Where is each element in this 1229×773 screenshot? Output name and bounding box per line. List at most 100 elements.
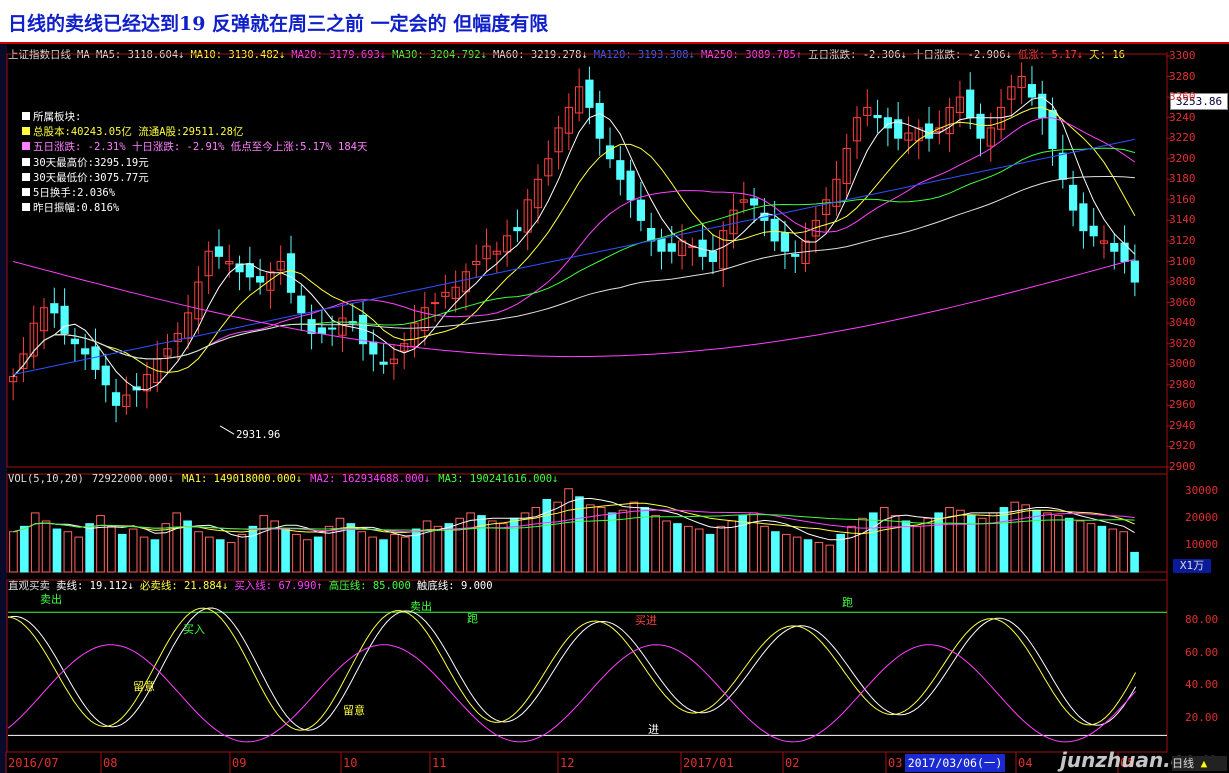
candle-body [966,89,975,119]
volume-bar [1064,517,1074,573]
price-tick-label: 2940 [1169,418,1196,432]
volume-bar [803,539,813,573]
signal-label: 卖出 [410,599,432,613]
candle-body [749,198,759,206]
candle-body [1079,203,1088,232]
info-row: 30天最低价:3075.77元 [22,171,368,186]
price-tick-label: 3020 [1169,336,1196,350]
bullet-square-icon [22,127,30,136]
volume-bar [63,531,73,573]
price-tick-label: 3220 [1169,131,1196,145]
price-tick-label: 3160 [1169,192,1196,206]
candle-body [708,250,718,262]
volume-bar [781,533,791,573]
indicator-header-item: 高压线: 85.000 [328,580,411,592]
volume-bar [629,501,639,573]
volume-bar [1130,551,1139,573]
candle-body [667,243,676,252]
volume-bar [1119,531,1128,573]
volume-bar [488,520,497,573]
candle-body [1089,225,1098,237]
info-text: 5日换手:2.036% [33,187,116,200]
volume-bar [172,512,182,573]
volume-bar [890,515,900,573]
indicator-header-item: 直观买卖 [8,580,50,592]
vol-header-item: VOL(5,10,20) [8,473,84,485]
price-tick-label: 3000 [1169,357,1196,371]
indicator-header-item: 触底线: 9.000 [416,580,493,592]
volume-bar [683,525,693,573]
volume-bar [1075,520,1085,573]
bullet-square-icon [22,203,30,212]
signal-label: 跑 [467,611,478,625]
date-axis: 2016/07 08 09 10 11 12 2017/01 02 03 04 05 [0,754,1229,773]
indicator-header-item: 必卖线: 21.884↓ [139,580,229,592]
info-text: 五日涨跌: -2.31% 十日涨跌: -2.91% 低点至今上涨:5.17% 1… [33,141,368,154]
bullet-square-icon [22,157,30,166]
info-text: 总股本:40243.05亿 流通A股:29511.28亿 [33,126,244,139]
candle-body [256,276,265,283]
volume-bar [248,525,258,573]
signal-label: 卖出 [40,592,62,606]
low-price-label: 2931.96 [236,429,280,441]
signal-label: 留意 [133,679,155,693]
volume-ma-line [13,509,1135,533]
volume-bar [596,507,606,573]
volume-bar [879,507,889,573]
candle-body [585,79,594,108]
month-label: 09 [232,756,247,770]
volume-bar [292,533,301,573]
vol-header-item: MA3: 190241616.000↓ [438,473,559,485]
volume-bar [259,515,269,573]
candle-body [70,338,79,345]
volume-bar [96,515,105,573]
volume-bar [52,528,62,573]
volume-bar [400,536,410,573]
volume-bar [205,536,214,573]
volume-bar [74,536,84,573]
volume-bar [161,523,171,573]
period-button[interactable]: 日线 ▲ [1172,756,1227,771]
volume-bar [303,539,312,573]
candle-body [1027,84,1037,98]
volume-bar [85,523,94,573]
price-tick-label: 3260 [1169,90,1196,104]
month-label: 2017/01 [683,756,734,770]
price-tick-label: 3180 [1169,172,1196,186]
info-row: 五日涨跌: -2.31% 十日涨跌: -2.91% 低点至今上涨:5.17% 1… [22,140,368,155]
volume-bar [226,541,236,573]
price-tick-label: 3200 [1169,151,1196,165]
indicator-tick-label: 20.00 [1185,710,1219,724]
price-tick-label: 3060 [1169,295,1196,309]
price-tick-label: 3080 [1169,275,1196,289]
month-label: 12 [560,756,575,770]
volume-bar [694,528,704,573]
volume-tick-label: 20000 [1185,511,1219,525]
month-label: 10 [343,756,358,770]
signal-label: 跑 [842,595,853,609]
bullet-square-icon [22,142,30,151]
volume-bar [455,517,465,573]
bullet-square-icon [22,172,30,181]
volume-bar [956,509,965,573]
price-tick-label: 3040 [1169,316,1196,330]
volume-bar [9,531,18,573]
volume-unit-label[interactable]: X1万 [1173,559,1211,573]
volume-bar [150,539,160,573]
warning-icon: ▲ [1200,757,1208,770]
volume-bar [727,520,737,573]
volume-bar [390,533,399,573]
volume-bar [651,515,660,573]
volume-bar [1021,504,1031,573]
month-label: 03 [888,756,903,770]
info-row: 昨日振幅:0.816% [22,201,368,216]
volume-bar [433,525,443,573]
volume-bar [117,533,127,573]
volume-tick-label: 10000 [1185,538,1219,552]
price-tick-label: 2900 [1169,460,1196,473]
candle-body [101,365,110,386]
candle-body [60,305,69,334]
info-row: 总股本:40243.05亿 流通A股:29511.28亿 [22,125,368,140]
volume-bar [586,504,595,573]
month-label: 08 [103,756,118,770]
